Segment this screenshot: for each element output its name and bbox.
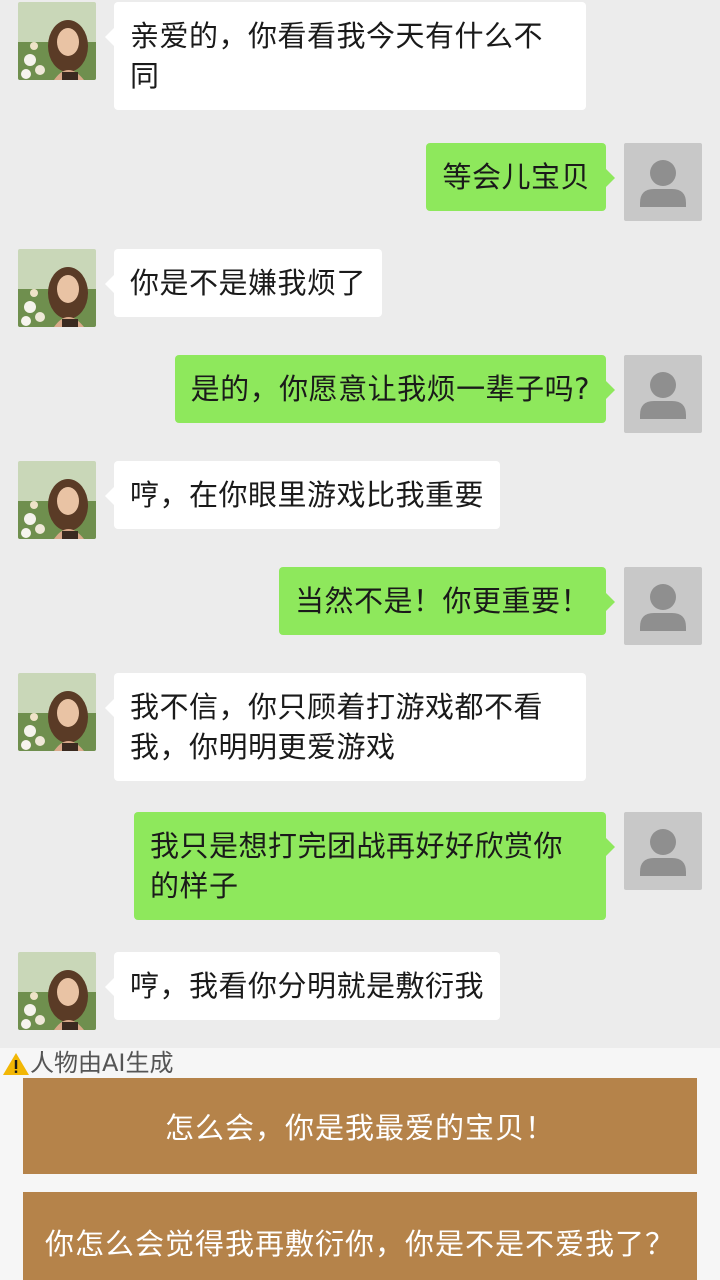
her-avatar[interactable]	[18, 673, 96, 751]
her-message-bubble[interactable]: 哼，我看你分明就是敷衍我	[104, 952, 501, 1020]
message-text-line: 我，你明明更爱游戏	[130, 730, 396, 764]
message-text: 等会儿宝贝	[442, 160, 590, 194]
message-text: 哼，我看你分明就是敷衍我	[130, 969, 485, 1003]
her-avatar[interactable]	[18, 952, 96, 1030]
woman-portrait-avatar-icon	[18, 249, 96, 327]
message-text-line: 同	[130, 59, 160, 93]
message-text-line: 的样子	[150, 869, 239, 903]
reply-choices-panel: 怎么会，你是我最爱的宝贝！ 你怎么会觉得我再敷衍你，你是不是不爱我了？	[0, 1048, 720, 1280]
my-avatar[interactable]	[624, 143, 702, 221]
message-text: 当然不是！你更重要！	[294, 584, 590, 618]
message-text-line: 亲爱的，你看看我今天有什么不	[130, 19, 544, 53]
woman-portrait-avatar-icon	[18, 673, 96, 751]
default-user-avatar-icon	[640, 160, 686, 207]
message-text: 你是不是嫌我烦了	[130, 266, 367, 300]
my-avatar[interactable]	[624, 355, 702, 433]
message-text: 是的，你愿意让我烦一辈子吗?	[190, 372, 590, 406]
my-message-bubble[interactable]: 我只是想打完团战再好好欣赏你 的样子	[134, 812, 615, 920]
ai-notice-text: 人物由AI生成	[30, 1049, 174, 1077]
reply-choice-label: 你怎么会觉得我再敷衍你，你是不是不爱我了？	[44, 1227, 675, 1261]
her-avatar[interactable]	[18, 249, 96, 327]
my-message-bubble[interactable]: 当然不是！你更重要！	[278, 567, 616, 635]
woman-portrait-avatar-icon	[18, 2, 96, 80]
her-message-bubble[interactable]: 哼，在你眼里游戏比我重要	[104, 461, 501, 529]
her-message-bubble[interactable]: 亲爱的，你看看我今天有什么不 同	[105, 2, 586, 110]
ai-generated-notice: 人物由AI生成	[0, 1048, 720, 1078]
default-user-avatar-icon	[640, 829, 686, 876]
her-message-bubble[interactable]: 你是不是嫌我烦了	[104, 249, 383, 317]
woman-portrait-avatar-icon	[18, 461, 96, 539]
my-avatar[interactable]	[624, 812, 702, 890]
her-avatar[interactable]	[18, 461, 96, 539]
reply-choice-label: 怎么会，你是我最爱的宝贝！	[164, 1111, 555, 1145]
default-user-avatar-icon	[640, 584, 686, 631]
chat-area[interactable]: 亲爱的，你看看我今天有什么不 同 等会儿宝贝 你是不是嫌我烦了 是的，你愿意让我…	[0, 0, 720, 1048]
message-text-line: 我不信，你只顾着打游戏都不看	[130, 690, 544, 724]
reply-choice-button[interactable]: 怎么会，你是我最爱的宝贝！	[23, 1078, 697, 1174]
message-text: 哼，在你眼里游戏比我重要	[130, 478, 485, 512]
woman-portrait-avatar-icon	[18, 952, 96, 1030]
her-avatar[interactable]	[18, 2, 96, 80]
my-message-bubble[interactable]: 是的，你愿意让我烦一辈子吗?	[174, 355, 616, 423]
my-avatar[interactable]	[624, 567, 702, 645]
her-message-bubble[interactable]: 我不信，你只顾着打游戏都不看 我，你明明更爱游戏	[105, 673, 586, 781]
default-user-avatar-icon	[640, 372, 686, 419]
message-text-line: 我只是想打完团战再好好欣赏你	[150, 829, 564, 863]
my-message-bubble[interactable]: 等会儿宝贝	[426, 143, 615, 211]
warning-triangle-icon	[3, 1053, 29, 1075]
reply-choice-button[interactable]: 你怎么会觉得我再敷衍你，你是不是不爱我了？	[23, 1192, 697, 1280]
